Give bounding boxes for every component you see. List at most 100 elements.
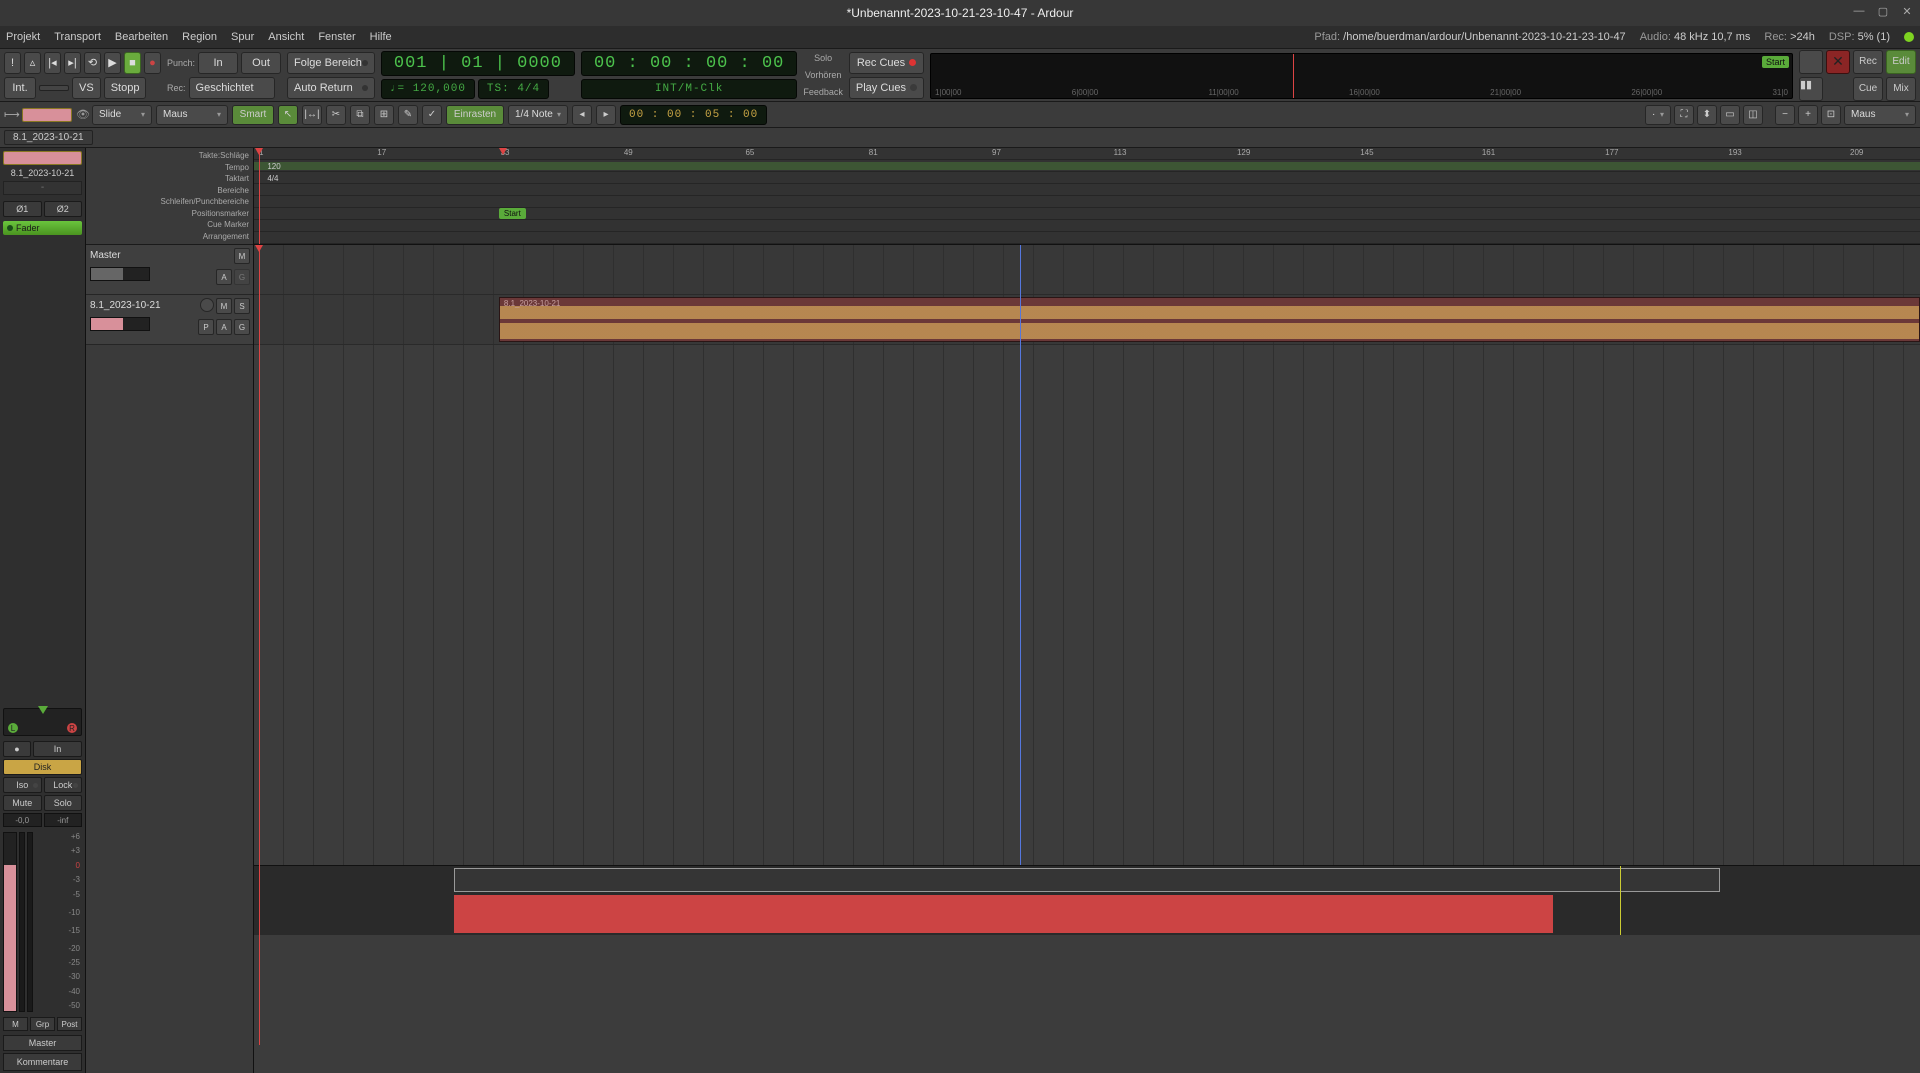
feedback-indicator[interactable]: Feedback: [803, 85, 843, 99]
grid-tool-button[interactable]: ⊞: [374, 105, 394, 125]
track-header-audio1[interactable]: 8.1_2023-10-21 MS PAG: [86, 295, 253, 345]
track-shrink-button[interactable]: ▭: [1720, 105, 1740, 125]
monitor-toggle-button[interactable]: [1799, 50, 1823, 74]
primary-clock-bars[interactable]: 001 | 01 | 0000: [381, 51, 575, 76]
mute-button[interactable]: Mute: [3, 795, 42, 811]
loop-button[interactable]: ⟲: [84, 52, 101, 74]
panner[interactable]: LR: [3, 708, 82, 736]
mixer-insert-slot[interactable]: -: [3, 181, 82, 195]
track-playlist-button[interactable]: P: [198, 319, 214, 335]
meter-point-m[interactable]: M: [3, 1017, 28, 1031]
meter-post-button[interactable]: Post: [57, 1017, 82, 1031]
menu-fenster[interactable]: Fenster: [318, 31, 355, 43]
edit-mode-select[interactable]: Slide▾: [92, 105, 152, 125]
play-button[interactable]: ▶: [104, 52, 121, 74]
zoom-out-button[interactable]: −: [1775, 105, 1795, 125]
shuttle-slider[interactable]: [39, 85, 69, 91]
solo-button[interactable]: Solo: [44, 795, 83, 811]
track-lane-master[interactable]: [254, 245, 1920, 295]
track-solo-button[interactable]: S: [234, 298, 250, 314]
smart-mode-button[interactable]: Smart: [232, 105, 274, 125]
ruler-label-cue[interactable]: Cue Marker: [86, 219, 249, 231]
fader-chip[interactable]: Fader: [3, 221, 82, 235]
range-ruler[interactable]: [254, 184, 1920, 196]
phase-ch2-button[interactable]: Ø2: [44, 201, 83, 217]
sig-value[interactable]: 4/4: [267, 174, 278, 183]
output-master-label[interactable]: Master: [3, 1035, 82, 1051]
mix-view-button[interactable]: Mix: [1886, 77, 1916, 101]
mclk-mode[interactable]: INT/M-Clk: [581, 79, 797, 99]
edit-tool-button[interactable]: ✓: [422, 105, 442, 125]
object-tool-button[interactable]: ↖: [278, 105, 298, 125]
audition-indicator[interactable]: Vorhören: [803, 68, 843, 82]
follow-range-button[interactable]: Folge Bereich: [287, 52, 375, 74]
goto-end-button[interactable]: ▸|: [64, 52, 81, 74]
tempo-display[interactable]: ♩= 120,000: [381, 79, 475, 99]
nudge-back-button[interactable]: ◂: [572, 105, 592, 125]
track-expand-button[interactable]: ◫: [1743, 105, 1763, 125]
record-button[interactable]: ●: [144, 52, 161, 74]
ruler-label-markers[interactable]: Positionsmarker: [86, 208, 249, 220]
cut-tool-button[interactable]: ✂: [326, 105, 346, 125]
cue-view-button[interactable]: Cue: [1853, 77, 1883, 101]
selected-track-name[interactable]: 8.1_2023-10-21: [4, 130, 93, 145]
zoom-in-button[interactable]: +: [1798, 105, 1818, 125]
io-button[interactable]: ▮▮: [1799, 77, 1823, 101]
punch-out-button[interactable]: Out: [241, 52, 281, 74]
empty-canvas-area[interactable]: [254, 345, 1920, 865]
maximize-icon[interactable]: ▢: [1876, 4, 1890, 18]
mini-timeline[interactable]: Start 1|00|006|00|00 11|00|0016|00|00 21…: [930, 53, 1793, 99]
error-log-button[interactable]: ✕: [1826, 50, 1850, 74]
monitor-disk-button[interactable]: Disk: [3, 759, 82, 775]
mixer-track-chip[interactable]: [3, 151, 82, 165]
rec-arm-button[interactable]: ●: [3, 741, 31, 757]
zoom-mode-select[interactable]: Maus▾: [1844, 105, 1916, 125]
audio-region[interactable]: 8.1_2023-10-21: [499, 297, 1920, 342]
menu-bearbeiten[interactable]: Bearbeiten: [115, 31, 168, 43]
track-group-button[interactable]: G: [234, 319, 250, 335]
track-rec-button[interactable]: [200, 298, 214, 312]
stop-button[interactable]: ■: [124, 52, 141, 74]
fader-slider[interactable]: [3, 832, 17, 1012]
tracks-area[interactable]: 8.1_2023-10-21: [254, 245, 1920, 865]
ruler-label-bars[interactable]: Takte:Schläge: [86, 150, 249, 162]
arrangement-ruler[interactable]: [254, 232, 1920, 244]
tempo-ruler[interactable]: [254, 160, 1920, 172]
edit-view-button[interactable]: Edit: [1886, 50, 1916, 74]
nudge-clock[interactable]: 00 : 00 : 05 : 00: [620, 105, 767, 125]
menu-projekt[interactable]: Projekt: [6, 31, 40, 43]
rec-mode-select[interactable]: Geschichtet: [189, 77, 275, 99]
locate-marker-icon[interactable]: [499, 148, 507, 155]
ruler-label-arrangement[interactable]: Arrangement: [86, 231, 249, 243]
ruler-label-timesig[interactable]: Taktart: [86, 173, 249, 185]
goto-start-button[interactable]: |◂: [44, 52, 61, 74]
zoom-focus-select[interactable]: ·▾: [1645, 105, 1671, 125]
iso-button[interactable]: Iso: [3, 777, 42, 793]
menu-region[interactable]: Region: [182, 31, 217, 43]
grid-select[interactable]: 1/4 Note▾: [508, 105, 568, 125]
summary-bar[interactable]: [254, 865, 1920, 935]
monitor-in-button[interactable]: In: [33, 741, 82, 757]
varispeed-button[interactable]: VS: [72, 77, 101, 99]
master-fader[interactable]: [90, 267, 150, 281]
punch-in-button[interactable]: In: [198, 52, 238, 74]
sig-ruler[interactable]: [254, 172, 1920, 184]
snap-button[interactable]: Einrasten: [446, 105, 504, 125]
mini-start-marker[interactable]: Start: [1762, 56, 1789, 68]
draw-tool-button[interactable]: ✎: [398, 105, 418, 125]
close-icon[interactable]: ✕: [1900, 4, 1914, 18]
timeline-canvas[interactable]: 1 17 33 49 65 81 97 113 129 145 161 177 …: [254, 148, 1920, 1073]
tempo-value[interactable]: 120: [267, 162, 280, 171]
ruler-label-ranges[interactable]: Bereiche: [86, 185, 249, 197]
range-tool-button[interactable]: |↔|: [302, 105, 322, 125]
master-group-button[interactable]: G: [234, 269, 250, 285]
rec-cues-button[interactable]: Rec Cues: [849, 52, 924, 74]
menu-transport[interactable]: Transport: [54, 31, 101, 43]
secondary-clock-time[interactable]: 00 : 00 : 00 : 00: [581, 51, 797, 76]
rec-view-button[interactable]: Rec: [1853, 50, 1883, 74]
menu-hilfe[interactable]: Hilfe: [370, 31, 392, 43]
sync-int-button[interactable]: Int.: [4, 77, 36, 99]
zoom-height-button[interactable]: ⬍: [1697, 105, 1717, 125]
cue-ruler[interactable]: [254, 220, 1920, 232]
nudge-fwd-button[interactable]: ▸: [596, 105, 616, 125]
